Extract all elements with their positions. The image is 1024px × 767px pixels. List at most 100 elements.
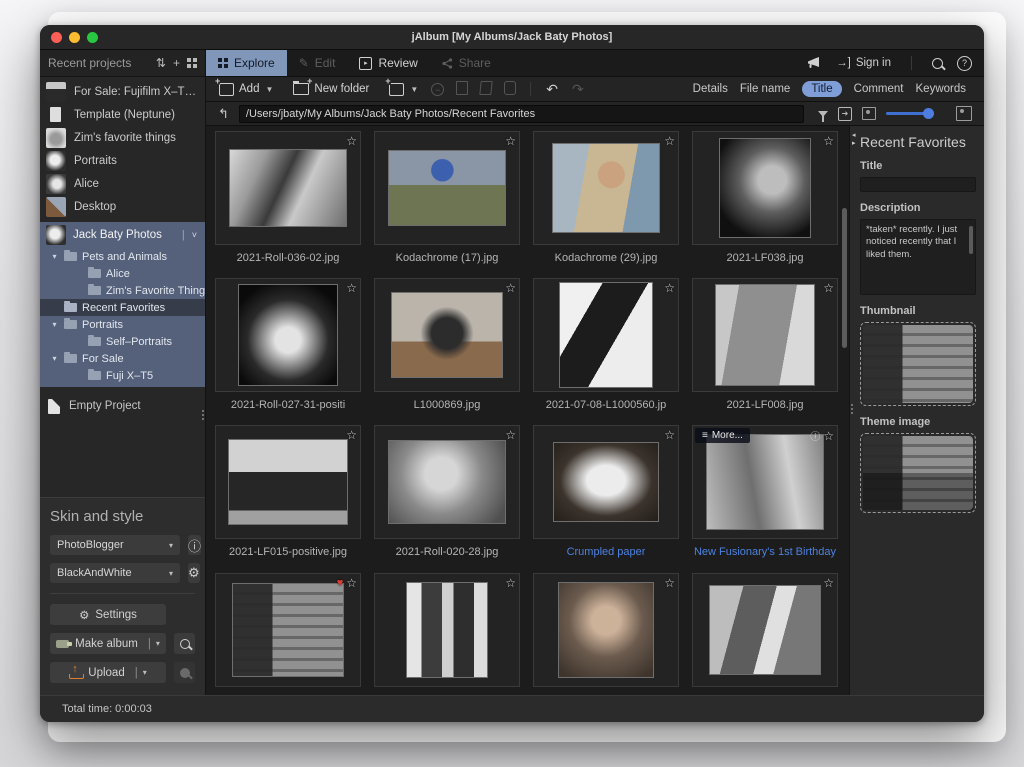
photo-cell[interactable]: ☆Kodachrome (17).jpg: [375, 131, 519, 265]
tree-item[interactable]: Fuji X–T5: [40, 367, 205, 384]
sort-projects-icon[interactable]: ⇅: [156, 56, 166, 70]
star-icon[interactable]: ☆: [823, 429, 834, 443]
star-icon[interactable]: ☆: [823, 576, 834, 590]
megaphone-icon[interactable]: [807, 57, 822, 69]
star-icon[interactable]: ☆: [823, 134, 834, 148]
star-icon[interactable]: ☆: [664, 576, 675, 590]
make-album-button[interactable]: Make album |▾: [50, 633, 166, 654]
star-icon[interactable]: ☆: [823, 281, 834, 295]
star-icon[interactable]: ☆: [346, 281, 357, 295]
tab-review[interactable]: ▸ Review: [347, 50, 429, 76]
active-project-row[interactable]: Jack Baty Photos | ˅: [40, 222, 205, 248]
panel-collapse-arrows[interactable]: ◂▸: [852, 132, 856, 147]
insert-page-button[interactable]: ▼: [384, 79, 423, 99]
description-scrollbar[interactable]: [969, 226, 973, 254]
display-mode-comment[interactable]: Comment: [854, 83, 904, 95]
make-album-dropdown[interactable]: |▾: [144, 638, 160, 650]
skin-info-button[interactable]: ⓘ: [188, 535, 201, 555]
star-icon[interactable]: ☆: [505, 576, 516, 590]
tree-item[interactable]: ▾For Sale: [40, 350, 205, 367]
filter-funnel-icon[interactable]: [818, 111, 828, 117]
export-icon[interactable]: ➜: [838, 107, 852, 121]
photo-cell[interactable]: ☆2021-LF038.jpg: [693, 131, 837, 265]
tab-explore[interactable]: Explore: [206, 50, 287, 76]
photo-cell[interactable]: ☆2021-LF015-positive.jpg: [216, 425, 360, 560]
sign-in-button[interactable]: →] Sign in: [836, 57, 891, 69]
project-item[interactable]: Template (Neptune): [40, 103, 205, 126]
tree-item[interactable]: Recent Favorites: [40, 299, 205, 316]
more-button[interactable]: ≡More...: [695, 428, 750, 443]
project-item[interactable]: For Sale: Fujifilm X–T5 and...: [40, 80, 205, 103]
style-settings-gear-button[interactable]: ⚙: [188, 563, 200, 583]
photo-cell[interactable]: ☆Kodachrome (29).jpg: [534, 131, 678, 265]
photo-cell[interactable]: ☆: [375, 573, 519, 695]
expand-arrow-icon[interactable]: ▾: [50, 252, 59, 261]
photo-cell[interactable]: ☆2021-LF008.jpg: [693, 278, 837, 412]
star-icon[interactable]: ☆: [346, 428, 357, 442]
photo-cell[interactable]: ☆Crumpled paper: [534, 425, 678, 560]
slider-knob[interactable]: [923, 108, 934, 119]
new-folder-button[interactable]: New folder: [288, 79, 374, 99]
add-button[interactable]: Add ▼: [214, 79, 278, 99]
display-mode-file-name[interactable]: File name: [740, 83, 791, 95]
star-icon[interactable]: ☆: [505, 281, 516, 295]
large-thumbnail-icon[interactable]: [956, 106, 972, 121]
empty-project-item[interactable]: Empty Project: [40, 394, 205, 418]
project-view-grid-icon[interactable]: [187, 58, 197, 68]
path-input[interactable]: [239, 105, 804, 123]
project-item[interactable]: Alice: [40, 172, 205, 195]
expand-arrow-icon[interactable]: ▾: [50, 354, 59, 363]
photo-cell[interactable]: ☆2021-07-08-L1000560.jp: [534, 278, 678, 412]
thumbnail-size-slider[interactable]: [886, 112, 932, 115]
star-icon[interactable]: ☆: [505, 428, 516, 442]
photo-cell[interactable]: ☆: [534, 573, 678, 695]
undo-icon[interactable]: ↶: [541, 81, 563, 98]
display-mode-title[interactable]: Title: [802, 81, 841, 97]
display-mode-details[interactable]: Details: [693, 83, 728, 95]
preview-search-button[interactable]: [174, 633, 195, 654]
photo-cell[interactable]: ☆: [693, 573, 837, 695]
info-icon[interactable]: ⓘ: [810, 428, 820, 443]
project-menu-caret-icon[interactable]: ˅: [192, 230, 197, 240]
photo-cell[interactable]: ☆2021-Roll-036-02.jpg: [216, 131, 360, 265]
title-input[interactable]: [860, 177, 976, 192]
tree-item[interactable]: ▾Pets and Animals: [40, 248, 205, 265]
style-select[interactable]: BlackAndWhite ▾: [50, 563, 180, 583]
project-item[interactable]: Zim's favorite things: [40, 126, 205, 149]
collapse-right-icon[interactable]: ▸: [852, 140, 856, 147]
star-icon[interactable]: ☆: [505, 134, 516, 148]
upload-button[interactable]: Upload |▾: [50, 662, 166, 683]
star-icon[interactable]: ☆: [346, 576, 357, 590]
description-textarea[interactable]: *taken* recently. I just noticed recentl…: [860, 219, 976, 295]
photo-cell[interactable]: ☆2021-Roll-020-28.jpg: [375, 425, 519, 560]
tree-item[interactable]: Self–Portraits: [40, 333, 205, 350]
small-thumbnail-icon[interactable]: [862, 107, 876, 120]
project-item[interactable]: Desktop: [40, 195, 205, 218]
grid-scrollbar[interactable]: [842, 208, 847, 348]
display-mode-keywords[interactable]: Keywords: [916, 83, 967, 95]
add-project-icon[interactable]: +: [173, 56, 180, 70]
star-icon[interactable]: ☆: [664, 134, 675, 148]
sidebar-splitter-handle[interactable]: [202, 410, 204, 420]
expand-arrow-icon[interactable]: ▾: [50, 320, 59, 329]
photo-cell[interactable]: ≡More...ⓘ☆New Fusionary's 1st Birthday: [693, 425, 837, 560]
thumbnail-dropzone[interactable]: [860, 322, 976, 406]
tree-item[interactable]: ▾Portraits: [40, 316, 205, 333]
help-icon[interactable]: ?: [957, 56, 972, 71]
tree-item[interactable]: Zim's Favorite Things: [40, 282, 205, 299]
search-icon[interactable]: [932, 58, 943, 69]
photo-cell[interactable]: ☆2021-Roll-027-31-positi: [216, 278, 360, 412]
up-level-icon[interactable]: ↰: [214, 106, 233, 122]
tree-item[interactable]: Alice: [40, 265, 205, 282]
star-icon[interactable]: ☆: [664, 428, 675, 442]
upload-dropdown[interactable]: |▾: [131, 667, 147, 679]
collapse-left-icon[interactable]: ◂: [852, 132, 856, 139]
theme-image-dropzone[interactable]: [860, 433, 976, 513]
project-item[interactable]: Portraits: [40, 149, 205, 172]
inspector-splitter-handle[interactable]: [851, 404, 853, 414]
star-icon[interactable]: ☆: [664, 281, 675, 295]
photo-cell[interactable]: ♥☆: [216, 573, 360, 695]
star-icon[interactable]: ☆: [346, 134, 357, 148]
skin-select[interactable]: PhotoBlogger ▾: [50, 535, 180, 555]
settings-button[interactable]: ⚙ Settings: [50, 604, 166, 625]
